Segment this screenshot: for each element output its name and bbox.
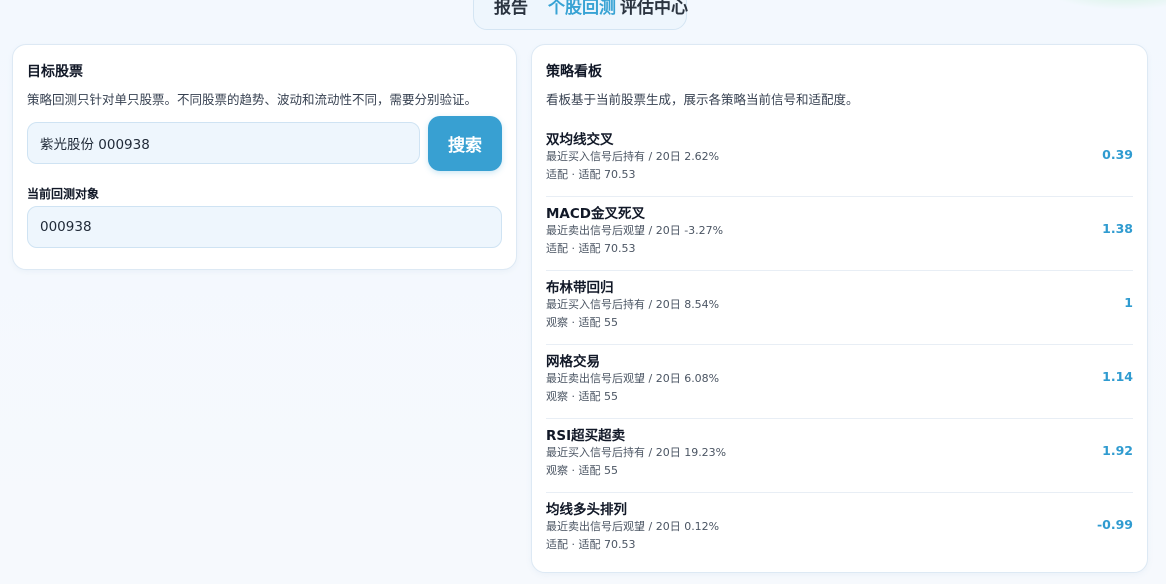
current-target-label: 当前回测对象	[27, 187, 100, 201]
strategy-fit: 观察 · 适配 55	[546, 390, 618, 403]
top-tab-bar: 报告 个股回测 评估中心	[473, 0, 688, 30]
strategy-signal: 最近卖出信号后观望 / 20日 -3.27%	[546, 224, 724, 237]
strategy-score: 1	[1124, 295, 1133, 310]
tab-evaluation-center[interactable]: 评估中心	[620, 0, 688, 18]
strategy-name: 均线多头排列	[546, 502, 627, 518]
search-button[interactable]: 搜索	[428, 116, 502, 171]
strategy-item[interactable]: 均线多头排列 最近卖出信号后观望 / 20日 0.12% 适配 · 适配 70.…	[546, 493, 1133, 567]
strategy-score: 1.14	[1102, 369, 1133, 384]
strategy-score: 1.92	[1102, 443, 1133, 458]
tab-report[interactable]: 报告	[494, 0, 528, 18]
strategy-signal: 最近卖出信号后观望 / 20日 0.12%	[546, 520, 720, 533]
board-title: 策略看板	[546, 64, 602, 80]
strategy-signal: 最近买入信号后持有 / 20日 2.62%	[546, 150, 720, 163]
strategy-list: 双均线交叉 最近买入信号后持有 / 20日 2.62% 适配 · 适配 70.5…	[546, 123, 1133, 567]
strategy-name: 布林带回归	[546, 280, 614, 296]
strategy-signal: 最近卖出信号后观望 / 20日 6.08%	[546, 372, 720, 385]
strategy-fit: 适配 · 适配 70.53	[546, 242, 636, 255]
strategy-item[interactable]: 双均线交叉 最近买入信号后持有 / 20日 2.62% 适配 · 适配 70.5…	[546, 123, 1133, 197]
strategy-fit: 适配 · 适配 70.53	[546, 538, 636, 551]
stock-search-input[interactable]: 紫光股份 000938	[27, 122, 420, 164]
strategy-fit: 适配 · 适配 70.53	[546, 168, 636, 181]
target-stock-panel: 目标股票 策略回测只针对单只股票。不同股票的趋势、波动和流动性不同，需要分别验证…	[12, 44, 517, 270]
strategy-score: -0.99	[1096, 517, 1133, 532]
strategy-score: 0.39	[1102, 147, 1133, 162]
board-description: 看板基于当前股票生成，展示各策略当前信号和适配度。	[546, 92, 859, 107]
corner-glow	[1046, 0, 1166, 10]
strategy-item[interactable]: 网格交易 最近卖出信号后观望 / 20日 6.08% 观察 · 适配 55 1.…	[546, 345, 1133, 419]
tab-stock-backtest[interactable]: 个股回测	[548, 0, 616, 18]
strategy-signal: 最近买入信号后持有 / 20日 19.23%	[546, 446, 727, 459]
strategy-board-panel: 策略看板 看板基于当前股票生成，展示各策略当前信号和适配度。 双均线交叉 最近买…	[531, 44, 1148, 573]
strategy-item[interactable]: RSI超买超卖 最近买入信号后持有 / 20日 19.23% 观察 · 适配 5…	[546, 419, 1133, 493]
panel-title: 目标股票	[27, 64, 83, 80]
strategy-fit: 观察 · 适配 55	[546, 316, 618, 329]
strategy-score: 1.38	[1102, 221, 1133, 236]
current-target-field[interactable]: 000938	[27, 206, 502, 248]
strategy-item[interactable]: 布林带回归 最近买入信号后持有 / 20日 8.54% 观察 · 适配 55 1	[546, 271, 1133, 345]
strategy-item[interactable]: MACD金叉死叉 最近卖出信号后观望 / 20日 -3.27% 适配 · 适配 …	[546, 197, 1133, 271]
strategy-name: 双均线交叉	[546, 132, 614, 148]
strategy-signal: 最近买入信号后持有 / 20日 8.54%	[546, 298, 720, 311]
strategy-name: MACD金叉死叉	[546, 206, 645, 222]
strategy-name: RSI超买超卖	[546, 428, 626, 444]
strategy-name: 网格交易	[546, 354, 600, 370]
panel-description: 策略回测只针对单只股票。不同股票的趋势、波动和流动性不同，需要分别验证。	[27, 92, 478, 107]
strategy-fit: 观察 · 适配 55	[546, 464, 618, 477]
